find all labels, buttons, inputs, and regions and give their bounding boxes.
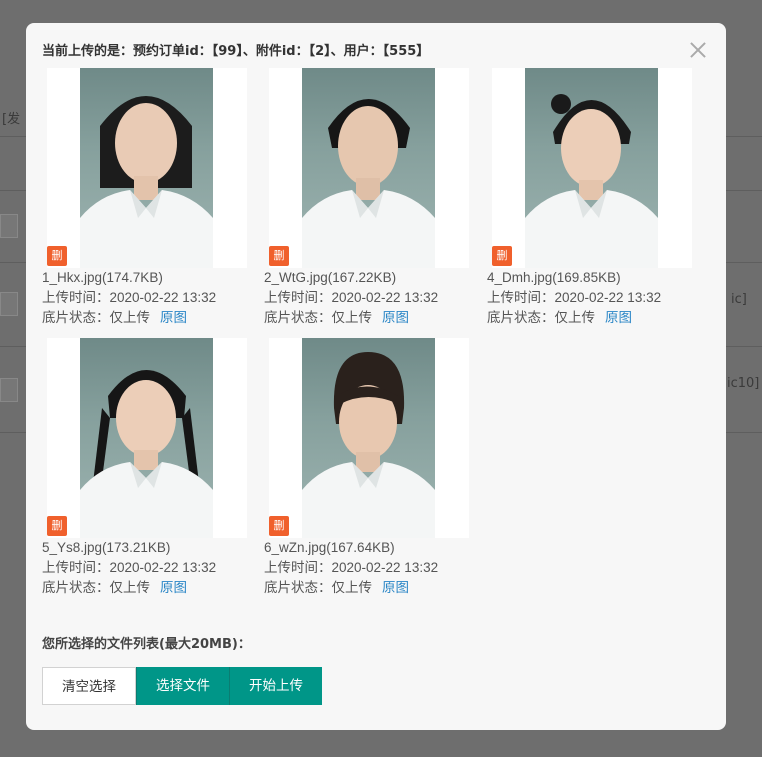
photo-filename: 1_Hkx.jpg(174.7KB)	[42, 270, 163, 285]
bg-select	[0, 292, 18, 316]
photo-thumbnail[interactable]	[80, 68, 213, 268]
close-icon[interactable]	[686, 38, 710, 62]
photo-card: 删 2_WtG.jpg(167.22KB) 上传时间：2020-02-22 13…	[264, 68, 469, 328]
photo-upload-time: 上传时间：2020-02-22 13:32	[264, 290, 439, 305]
clear-selection-button[interactable]: 清空选择	[42, 667, 136, 705]
modal-title: 当前上传的是：预约订单id：【99】、附件id：【2】、用户：【555】	[42, 44, 430, 59]
bg-text-left: [发	[2, 112, 21, 127]
photo-card: 删 1_Hkx.jpg(174.7KB) 上传时间：2020-02-22 13:…	[42, 68, 247, 328]
delete-button[interactable]: 删	[492, 246, 512, 266]
action-button-group: 清空选择 选择文件 开始上传	[42, 667, 322, 705]
photo-card: 删 4_Dmh.jpg(169.85KB) 上传时间：2020-02-22 13…	[487, 68, 692, 328]
original-image-link[interactable]: 原图	[382, 580, 409, 595]
photo-status: 底片状态：仅上传	[42, 580, 150, 595]
photo-status: 底片状态：仅上传	[264, 580, 372, 595]
delete-button[interactable]: 删	[47, 516, 67, 536]
original-image-link[interactable]: 原图	[160, 580, 187, 595]
photo-upload-time: 上传时间：2020-02-22 13:32	[42, 560, 217, 575]
photo-upload-time: 上传时间：2020-02-22 13:32	[264, 560, 439, 575]
photo-card: 删 5_Ys8.jpg(173.21KB) 上传时间：2020-02-22 13…	[42, 338, 247, 598]
photo-thumbnail[interactable]	[302, 338, 435, 538]
photo-upload-time: 上传时间：2020-02-22 13:32	[487, 290, 662, 305]
photo-status: 底片状态：仅上传	[264, 310, 372, 325]
photo-thumbnail[interactable]	[302, 68, 435, 268]
photo-frame: 删	[269, 338, 469, 538]
photo-status: 底片状态：仅上传	[487, 310, 595, 325]
original-image-link[interactable]: 原图	[605, 310, 632, 325]
photo-frame: 删	[269, 68, 469, 268]
upload-modal: 当前上传的是：预约订单id：【99】、附件id：【2】、用户：【555】 删 1…	[26, 23, 726, 730]
photo-frame: 删	[47, 338, 247, 538]
bg-select	[0, 214, 18, 238]
photo-upload-time: 上传时间：2020-02-22 13:32	[42, 290, 217, 305]
delete-button[interactable]: 删	[269, 516, 289, 536]
start-upload-button[interactable]: 开始上传	[229, 667, 322, 705]
photo-frame: 删	[492, 68, 692, 268]
original-image-link[interactable]: 原图	[382, 310, 409, 325]
photo-thumbnail[interactable]	[80, 338, 213, 538]
photo-filename: 4_Dmh.jpg(169.85KB)	[487, 270, 621, 285]
photo-filename: 2_WtG.jpg(167.22KB)	[264, 270, 397, 285]
bg-text-right: ic]	[731, 292, 747, 307]
bg-text-right: ic10]	[727, 376, 760, 391]
delete-button[interactable]: 删	[47, 246, 67, 266]
file-list-title: 您所选择的文件列表(最大20MB)：	[42, 637, 251, 652]
photo-filename: 6_wZn.jpg(167.64KB)	[264, 540, 395, 555]
photo-status: 底片状态：仅上传	[42, 310, 150, 325]
delete-button[interactable]: 删	[269, 246, 289, 266]
photo-card: 删 6_wZn.jpg(167.64KB) 上传时间：2020-02-22 13…	[264, 338, 469, 598]
photo-filename: 5_Ys8.jpg(173.21KB)	[42, 540, 171, 555]
photo-thumbnail[interactable]	[525, 68, 658, 268]
photo-frame: 删	[47, 68, 247, 268]
choose-file-button[interactable]: 选择文件	[136, 667, 229, 705]
bg-select	[0, 378, 18, 402]
original-image-link[interactable]: 原图	[160, 310, 187, 325]
